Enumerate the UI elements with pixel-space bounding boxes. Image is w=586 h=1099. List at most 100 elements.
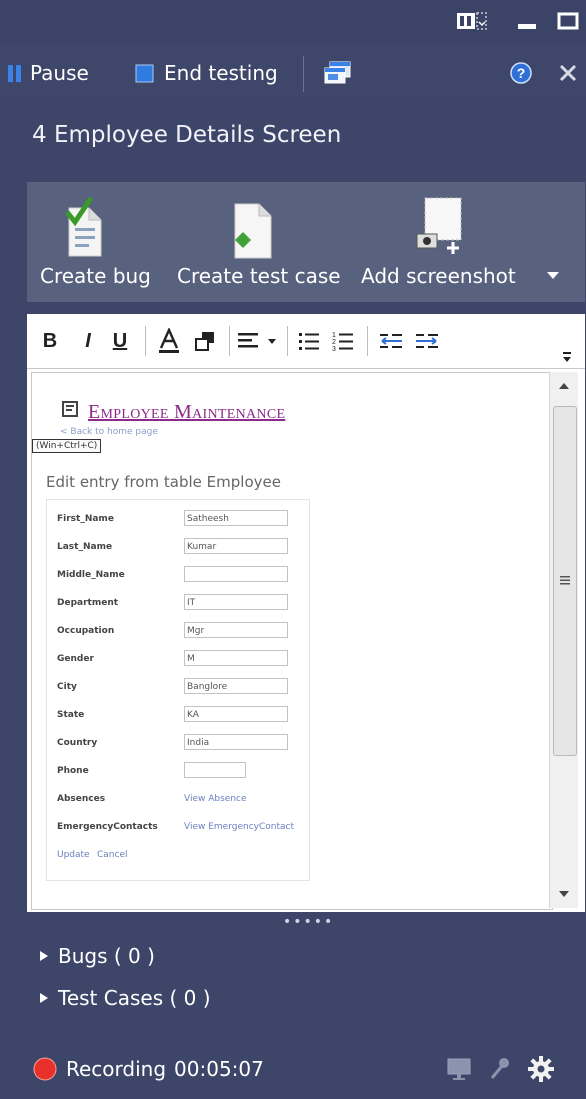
help-button[interactable]: ?: [509, 58, 533, 88]
create-test-case-label: Create test case: [177, 264, 341, 288]
form-row-department: Department IT: [57, 594, 307, 614]
close-button[interactable]: [557, 58, 579, 88]
page-title: Employee Maintenance: [88, 401, 286, 423]
screenshot-content: Employee Maintenance < Back to home page…: [31, 372, 553, 910]
bold-button[interactable]: B: [39, 328, 61, 354]
create-test-case-button[interactable]: Create test case: [177, 182, 347, 302]
overflow-chevron-icon: [563, 352, 571, 362]
gender-field[interactable]: M: [184, 650, 288, 666]
svg-text:1: 1: [332, 332, 336, 339]
end-testing-label: End testing: [164, 61, 278, 85]
panel-splitter[interactable]: •••••: [283, 914, 334, 930]
vertical-scrollbar[interactable]: [549, 372, 578, 908]
field-label: Last_Name: [57, 542, 113, 552]
field-label: Middle_Name: [57, 570, 125, 580]
rich-text-editor[interactable]: B I U 1 2 3 Employee Maintenance < Back …: [27, 314, 585, 912]
formatting-toolbar: B I U 1 2 3: [27, 314, 585, 369]
view-absence-link[interactable]: View Absence: [184, 794, 247, 804]
microphone-button[interactable]: [486, 1056, 512, 1086]
bugs-section[interactable]: Bugs ( 0 ): [38, 944, 155, 968]
scrollbar-thumb[interactable]: [553, 406, 577, 756]
dropdown-arrow-icon: [547, 272, 559, 279]
test-cases-section[interactable]: Test Cases ( 0 ): [38, 986, 211, 1010]
country-field[interactable]: India: [184, 734, 288, 750]
form-actions: Update Cancel: [57, 846, 307, 866]
expand-arrow-icon: [40, 993, 48, 1003]
back-link[interactable]: < Back to home page: [60, 427, 158, 437]
underline-button[interactable]: U: [109, 328, 131, 354]
recording-label: Recording: [66, 1057, 167, 1081]
create-bug-button[interactable]: Create bug: [27, 182, 177, 302]
scroll-up-icon[interactable]: [558, 382, 570, 390]
monitor-icon: [447, 1058, 471, 1080]
city-field[interactable]: Banglore: [184, 678, 288, 694]
first-name-field[interactable]: Satheesh: [184, 510, 288, 526]
toolbar-separator: [303, 56, 304, 92]
italic-button[interactable]: I: [77, 328, 99, 354]
bullet-list-button[interactable]: [295, 328, 323, 354]
action-bar: Create bug Create test case Add screensh…: [27, 182, 585, 302]
screen-monitor-button[interactable]: [446, 1056, 472, 1086]
pause-button[interactable]: Pause: [6, 58, 89, 88]
cancel-link[interactable]: Cancel: [97, 850, 128, 860]
employee-form: First_Name Satheesh Last_Name Kumar Midd…: [46, 499, 310, 881]
expand-arrow-icon: [40, 951, 48, 961]
field-label: Occupation: [57, 626, 115, 636]
more-actions-dropdown[interactable]: [539, 182, 579, 302]
form-row-middle-name: Middle_Name: [57, 566, 307, 586]
field-label: Absences: [57, 794, 106, 804]
middle-name-field[interactable]: [184, 566, 288, 582]
help-icon: ?: [510, 62, 532, 84]
scroll-down-icon[interactable]: [558, 890, 570, 898]
last-name-field[interactable]: Kumar: [184, 538, 288, 554]
form-row-last-name: Last_Name Kumar: [57, 538, 307, 558]
phone-field[interactable]: [184, 762, 246, 778]
state-field[interactable]: KA: [184, 706, 288, 722]
decrease-indent-button[interactable]: [377, 328, 405, 354]
svg-text:?: ?: [517, 65, 526, 81]
layout-toggle-icon[interactable]: [455, 10, 489, 32]
recording-status: Recording 00:05:07: [32, 1054, 264, 1084]
recording-time: 00:05:07: [174, 1057, 264, 1081]
form-row-emergency-contacts: EmergencyContacts View EmergencyContact: [57, 818, 307, 838]
form-row-country: Country India: [57, 734, 307, 754]
end-testing-button[interactable]: End testing: [134, 58, 278, 88]
settings-button[interactable]: [526, 1054, 556, 1088]
field-label: Country: [57, 738, 98, 748]
form-row-phone: Phone: [57, 762, 307, 782]
font-color-icon: [159, 328, 179, 353]
view-emergency-contact-link[interactable]: View EmergencyContact: [184, 822, 294, 832]
align-left-icon: [238, 333, 276, 348]
occupation-field[interactable]: Mgr: [184, 622, 288, 638]
toolbar-overflow-button[interactable]: [559, 344, 575, 370]
field-label: State: [57, 710, 85, 720]
field-label: Gender: [57, 654, 94, 664]
svg-text:2: 2: [332, 339, 336, 346]
app-logo-icon: [62, 401, 78, 417]
bullet-list-icon: [299, 333, 319, 350]
update-link[interactable]: Update: [57, 850, 90, 860]
department-field[interactable]: IT: [184, 594, 288, 610]
field-label: EmergencyContacts: [57, 822, 158, 832]
create-test-case-icon: [234, 203, 272, 259]
numbered-list-button[interactable]: 1 2 3: [329, 328, 357, 354]
minimize-icon[interactable]: [514, 10, 540, 32]
toolbar-divider: [229, 326, 230, 356]
switch-test-button[interactable]: [322, 58, 354, 88]
testing-toolbar: Pause End testing ?: [0, 46, 586, 100]
add-screenshot-button[interactable]: Add screenshot: [359, 182, 539, 302]
field-label: First_Name: [57, 514, 114, 524]
align-dropdown[interactable]: [235, 328, 281, 354]
toolbar-divider: [287, 326, 288, 356]
gear-icon: [528, 1056, 554, 1082]
toolbar-divider: [145, 326, 146, 356]
font-color-button[interactable]: [155, 328, 183, 354]
microphone-icon: [490, 1058, 509, 1079]
svg-text:3: 3: [332, 346, 336, 352]
increase-indent-button[interactable]: [413, 328, 441, 354]
add-screenshot-icon: [416, 197, 462, 254]
pause-icon: [8, 65, 21, 82]
highlight-button[interactable]: [191, 328, 219, 354]
restore-icon[interactable]: [554, 10, 582, 32]
field-label: Phone: [57, 766, 89, 776]
